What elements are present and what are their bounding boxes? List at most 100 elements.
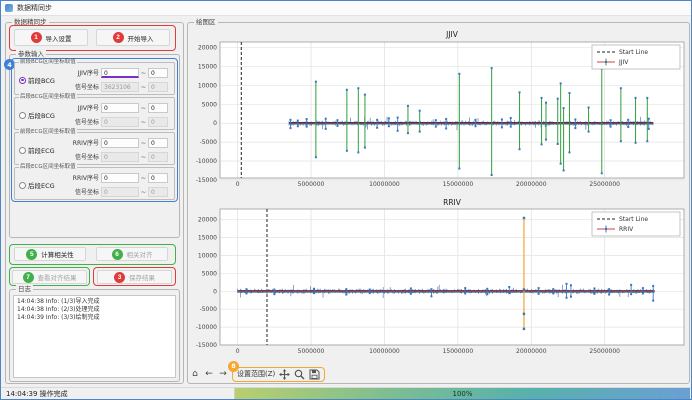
svg-text:15000000: 15000000 — [443, 348, 474, 355]
param-field-from[interactable]: 0 — [101, 68, 139, 78]
svg-text:15000: 15000 — [198, 235, 217, 242]
param-group-3: 后段ECG区间坐标取值后段ECGRRIV序号0~0信号坐标0~0 — [14, 167, 175, 200]
home-icon[interactable]: ⌂ — [190, 365, 200, 383]
param-row: 信号坐标0~0 — [61, 150, 172, 163]
log-line: 14:04:39 Info: (3/3)绘制完成 — [17, 314, 172, 322]
progress-bar: 100% — [234, 388, 690, 400]
svg-text:RRIV: RRIV — [619, 226, 634, 233]
badge-8: 8 — [228, 361, 239, 372]
jjiv-chart-canvas[interactable]: 0500000010000000150000002000000025000000… — [190, 26, 687, 196]
svg-text:Start Line: Start Line — [619, 49, 648, 56]
svg-text:JJIV: JJIV — [618, 59, 629, 66]
param-row: 信号坐标3623106~0 — [61, 80, 172, 93]
param-field-from[interactable]: 0 — [101, 187, 139, 197]
badge-6: 6 — [112, 249, 123, 260]
radio-dot — [19, 182, 26, 189]
start-import-label: 开始导入 — [128, 33, 154, 43]
log-line: 14:04:38 Info: (2/3)处理完成 — [17, 306, 172, 314]
svg-text:10000000: 10000000 — [369, 181, 400, 188]
svg-text:-15000: -15000 — [196, 342, 217, 349]
log-line: 14:04:38 Info: (1/3)导入完成 — [17, 298, 172, 306]
svg-text:5000000: 5000000 — [298, 181, 325, 188]
app-window: 数据精同步 数据精同步 1 导入设置 2 开始导入 参数输入 4 前段BCG区间… — [0, 0, 692, 400]
param-field-to[interactable]: 0 — [148, 82, 168, 92]
correlation-align-button[interactable]: 6 相关对齐 — [96, 247, 168, 261]
param-field-from[interactable]: 0 — [101, 103, 139, 113]
plot-toolbar: ⌂ ← → 8 设置范围(Z) — [190, 365, 325, 383]
svg-text:15000: 15000 — [198, 64, 217, 71]
param-groups-container: 前段BCG区间坐标取值前段BCGJJIV序号0~0信号坐标3623106~0后段… — [14, 62, 175, 202]
param-label: RRIV序号 — [61, 173, 99, 182]
forward-icon[interactable]: → — [218, 365, 228, 383]
svg-text:Start Line: Start Line — [619, 216, 648, 223]
svg-text:20000: 20000 — [198, 45, 217, 52]
import-settings-button[interactable]: 1 导入设置 — [14, 29, 88, 46]
param-row: 信号坐标0~0 — [61, 185, 172, 198]
svg-text:0: 0 — [236, 348, 240, 355]
start-import-button[interactable]: 2 开始导入 — [96, 29, 170, 46]
param-label: 信号坐标 — [61, 187, 99, 196]
zoom-icon[interactable] — [294, 369, 305, 380]
param-group-title: 后段BCG区间坐标取值 — [19, 94, 77, 101]
param-field-to[interactable]: 0 — [148, 173, 168, 183]
param-field-from[interactable]: 0 — [101, 138, 139, 148]
view-align-result-label: 查看对齐结果 — [38, 272, 77, 282]
svg-text:0: 0 — [213, 288, 217, 295]
progress-label: 100% — [452, 390, 472, 398]
radio-后段ECG[interactable]: 后段ECG — [19, 180, 55, 190]
log-box[interactable]: 14:04:38 Info: (1/3)导入完成14:04:38 Info: (… — [13, 295, 176, 378]
svg-text:0: 0 — [213, 120, 217, 127]
set-range-button[interactable]: 设置范围(Z) — [237, 369, 275, 379]
param-row: RRIV序号0~0 — [61, 136, 172, 149]
save-result-button[interactable]: 3 保存结果 — [97, 270, 172, 284]
param-field-to[interactable]: 0 — [148, 68, 168, 78]
param-field-from[interactable]: 0 — [101, 152, 139, 162]
badge-3: 3 — [114, 272, 125, 283]
badge-2: 2 — [113, 32, 124, 43]
badge-7: 7 — [23, 272, 34, 283]
status-text: 14:04:39 操作完成 — [6, 389, 68, 399]
radio-label: 前段ECG — [28, 145, 55, 155]
calc-correlation-label: 计算相关性 — [41, 249, 74, 259]
param-group-title: 前段BCG区间坐标取值 — [19, 59, 77, 66]
param-field-from[interactable]: 0 — [101, 173, 139, 183]
param-field-to[interactable]: 0 — [148, 138, 168, 148]
radio-dot — [19, 77, 26, 84]
tilde-separator: ~ — [139, 153, 148, 161]
log-group-label: 日志 — [16, 285, 33, 294]
back-icon[interactable]: ← — [204, 365, 214, 383]
radio-dot — [19, 112, 26, 119]
param-row: JJIV序号0~0 — [61, 101, 172, 114]
svg-text:-5000: -5000 — [200, 306, 218, 313]
radio-label: 后段BCG — [28, 110, 55, 120]
rriv-chart-canvas[interactable]: 0500000010000000150000002000000025000000… — [190, 197, 687, 363]
badge-5: 5 — [26, 249, 37, 260]
param-field-to[interactable]: 0 — [148, 117, 168, 127]
param-field-to[interactable]: 0 — [148, 103, 168, 113]
tilde-separator: ~ — [139, 139, 148, 147]
calc-correlation-button[interactable]: 5 计算相关性 — [14, 247, 86, 261]
view-align-result-button[interactable]: 7 查看对齐结果 — [12, 270, 87, 284]
param-field-from[interactable]: 3623106 — [101, 82, 139, 92]
param-group-title: 前段ECG区间坐标取值 — [19, 129, 77, 136]
param-field-to[interactable]: 0 — [148, 187, 168, 197]
radio-后段BCG[interactable]: 后段BCG — [19, 110, 55, 120]
svg-text:5000000: 5000000 — [298, 348, 325, 355]
param-group-1: 后段BCG区间坐标取值后段BCGJJIV序号0~0信号坐标0~0 — [14, 97, 175, 130]
pan-icon[interactable] — [279, 369, 290, 380]
svg-text:-5000: -5000 — [200, 139, 218, 146]
svg-text:10000000: 10000000 — [369, 348, 400, 355]
params-group-label: 参数输入 — [16, 50, 46, 59]
radio-前段BCG[interactable]: 前段BCG — [19, 75, 55, 85]
radio-前段ECG[interactable]: 前段ECG — [19, 145, 55, 155]
radio-label: 后段ECG — [28, 180, 55, 190]
param-label: 信号坐标 — [61, 152, 99, 161]
radio-dot — [19, 147, 26, 154]
param-field-to[interactable]: 0 — [148, 152, 168, 162]
annotation-box-set-range: 8 设置范围(Z) — [232, 367, 325, 382]
save-figure-icon[interactable] — [309, 369, 320, 380]
titlebar: 数据精同步 — [1, 1, 691, 16]
param-label: JJIV序号 — [61, 103, 99, 112]
param-field-from[interactable]: 0 — [101, 117, 139, 127]
tilde-separator: ~ — [139, 104, 148, 112]
